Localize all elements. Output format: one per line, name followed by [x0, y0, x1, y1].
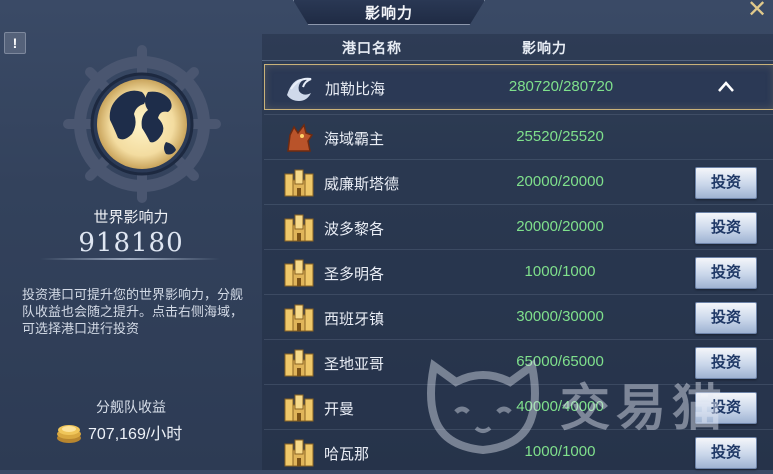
port-name: 圣地亚哥 [324, 356, 385, 373]
port-name: 开曼 [324, 401, 355, 418]
gold-coins-icon [57, 425, 81, 443]
invest-button[interactable]: 投资 [695, 257, 757, 289]
region-name: 加勒比海 [325, 81, 386, 98]
chevron-up-icon[interactable] [715, 77, 737, 97]
column-header-influence: 影响力 [522, 40, 567, 56]
port-influence-value: 20000/20000 [516, 218, 604, 235]
port-name: 威廉斯塔德 [324, 176, 400, 193]
invest-button[interactable]: 投资 [695, 302, 757, 334]
wave-crest-icon [287, 77, 312, 101]
world-influence-value: 918180 [78, 228, 184, 258]
port-name: 海域霸主 [324, 131, 385, 148]
table-row[interactable]: 波多黎各 20000/20000 投资 [264, 205, 773, 249]
table-row[interactable]: 圣多明各 1000/1000 投资 [264, 250, 773, 294]
castle-icon [284, 439, 314, 467]
port-name: 圣多明各 [324, 266, 385, 283]
watermark-cat-logo-icon [427, 359, 539, 455]
castle-icon [284, 349, 314, 377]
table-header: 港口名称 影响力 [262, 34, 773, 61]
world-globe-emblem [62, 44, 222, 204]
region-row-caribbean[interactable]: 加勒比海 280720/280720 [264, 64, 773, 110]
invest-button[interactable]: 投资 [695, 437, 757, 469]
port-influence-value: 30000/30000 [516, 308, 604, 325]
watermark-text: 交易猫 [560, 380, 728, 436]
table-row[interactable]: 海域霸主 25520/25520 [264, 115, 773, 159]
region-influence-value: 280720/280720 [508, 78, 614, 95]
page-title: 影响力 [293, 0, 485, 25]
port-influence-value: 20000/20000 [516, 173, 604, 190]
fleet-income-value: 707,169/小时 [88, 426, 183, 443]
ship-wheel-icon [63, 45, 221, 203]
castle-icon [284, 304, 314, 332]
castle-icon [284, 214, 314, 242]
fleet-income: 707,169/小时 [54, 420, 182, 444]
table-row[interactable]: 威廉斯塔德 20000/20000 投资 [264, 160, 773, 204]
castle-icon [284, 394, 314, 422]
invest-button[interactable]: 投资 [695, 167, 757, 199]
invest-button[interactable]: 投资 [695, 212, 757, 244]
port-name: 哈瓦那 [324, 446, 370, 463]
port-name: 西班牙镇 [324, 311, 385, 328]
port-influence-value: 1000/1000 [524, 263, 596, 280]
dragon-head-icon [287, 123, 314, 152]
close-icon[interactable]: ✕ [745, 0, 769, 22]
divider [40, 258, 220, 260]
fleet-income-label: 分舰队收益 [96, 399, 166, 415]
description-text: 投资港口可提升您的世界影响力，分舰队收益也会随之提升。点击右侧海域，可选择港口进… [22, 287, 244, 336]
world-influence-label: 世界影响力 [93, 209, 169, 226]
port-name: 波多黎各 [324, 221, 385, 238]
column-header-port: 港口名称 [342, 40, 402, 56]
info-icon[interactable]: ! [4, 32, 26, 54]
table-row[interactable]: 西班牙镇 30000/30000 投资 [264, 295, 773, 339]
castle-icon [284, 169, 314, 197]
page-title-text: 影响力 [364, 4, 413, 22]
port-influence-value: 25520/25520 [516, 128, 604, 145]
castle-icon [284, 259, 314, 287]
